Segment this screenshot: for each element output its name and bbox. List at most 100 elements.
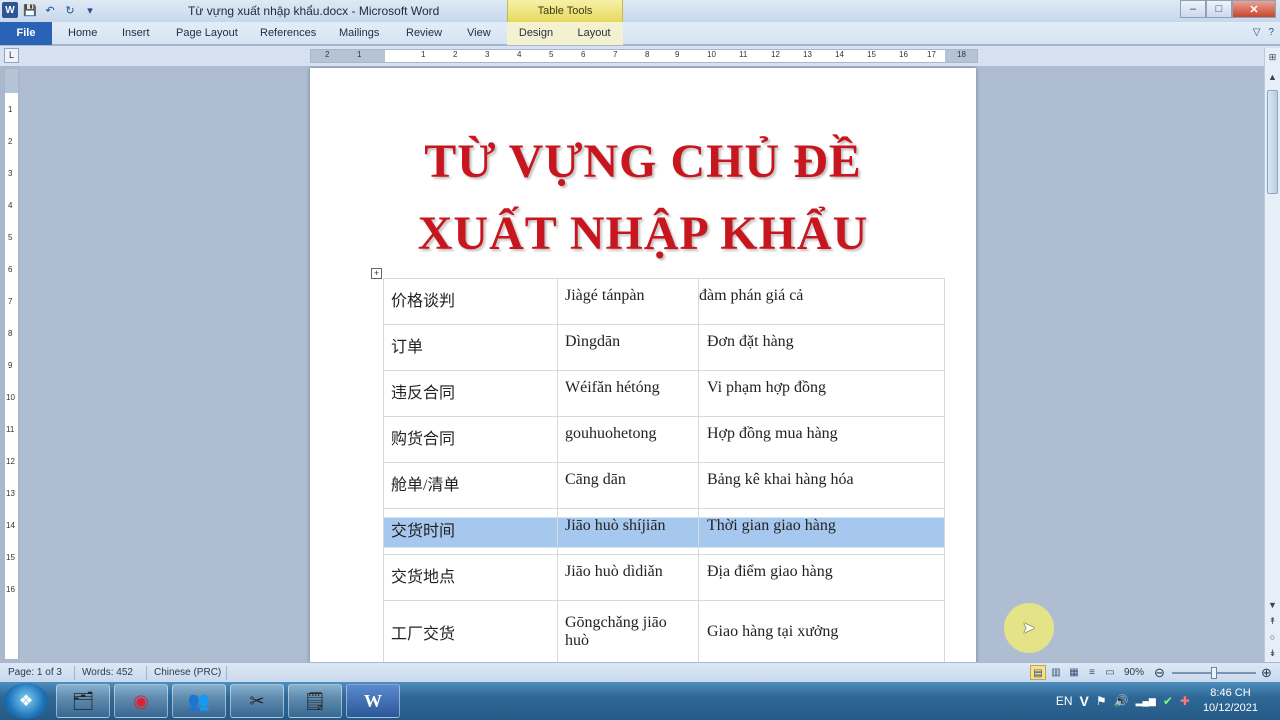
web-layout-icon[interactable]: ▦ <box>1066 665 1082 680</box>
table-row[interactable]: 工厂交货 Gōngchǎng jiāo huò Giao hàng tại xư… <box>383 600 945 662</box>
scrollbar-thumb[interactable] <box>1267 90 1278 194</box>
zoom-slider[interactable] <box>1172 667 1256 679</box>
table-row[interactable]: 价格谈判 Jiàgé tánpàn đàm phán giá cả <box>383 278 945 325</box>
table-row[interactable]: 违反合同 Wéifǎn hétóng Vi phạm hợp đồng <box>383 370 945 417</box>
chinese-cell[interactable]: 交货时间 <box>383 508 558 555</box>
draft-view-icon[interactable]: ▭ <box>1102 665 1118 680</box>
previous-page-icon[interactable]: ↟ <box>1266 614 1279 628</box>
table-move-handle-icon[interactable]: + <box>371 268 382 279</box>
scroll-up-icon[interactable]: ▲ <box>1266 70 1279 84</box>
chinese-cell[interactable]: 订单 <box>383 324 558 371</box>
pinyin-cell[interactable]: Wéifǎn hétóng <box>557 370 699 417</box>
chrome-app-icon[interactable]: ◉ <box>114 684 168 718</box>
vietnamese-cell[interactable]: Thời gian giao hàng <box>698 508 945 555</box>
pinyin-cell[interactable]: Jiāo huò shíjiān <box>557 508 699 555</box>
vietnamese-cell[interactable]: Giao hàng tại xưởng <box>698 600 945 662</box>
vertical-scrollbar[interactable]: ⊞ ▲ ▼ ↟ ○ ↡ <box>1264 48 1280 662</box>
pinyin-cell[interactable]: Dìngdān <box>557 324 699 371</box>
minimize-ribbon-icon[interactable]: ▽ <box>1253 27 1261 38</box>
ime-icon[interactable]: V <box>1080 693 1089 709</box>
chinese-cell[interactable]: 工厂交货 <box>383 600 558 662</box>
tab-selector[interactable]: L <box>4 48 19 63</box>
vietnamese-cell[interactable]: đàm phán giá cả <box>698 278 945 325</box>
tab-mailings[interactable]: Mailings <box>339 22 379 45</box>
help-icon[interactable]: ? <box>1268 27 1274 38</box>
word-app-icon[interactable]: W <box>346 684 400 718</box>
security-icon[interactable]: ✔ <box>1163 694 1173 708</box>
vietnamese-cell[interactable]: Vi phạm hợp đồng <box>698 370 945 417</box>
vietnamese-cell[interactable]: Bảng kê khai hàng hóa <box>698 462 945 509</box>
tab-page-layout[interactable]: Page Layout <box>176 22 238 45</box>
table-row[interactable]: 订单 Dìngdān Đơn đặt hàng <box>383 324 945 371</box>
word-app-icon[interactable]: W <box>2 2 18 18</box>
app-tray-icon[interactable]: ✚ <box>1180 694 1190 708</box>
chinese-cell[interactable]: 舱单/清单 <box>383 462 558 509</box>
customize-qat-icon[interactable]: ▾ <box>82 2 98 18</box>
undo-icon[interactable]: ↶ <box>42 2 58 18</box>
chinese-cell[interactable]: 购货合同 <box>383 416 558 463</box>
tab-view[interactable]: View <box>467 22 491 45</box>
vertical-ruler[interactable]: 1 2 3 4 5 6 7 8 9 10 11 12 13 14 15 16 <box>4 68 19 660</box>
chinese-cell[interactable]: 违反合同 <box>383 370 558 417</box>
sticky-notes-app-icon[interactable]: 🗒 <box>288 684 342 718</box>
document-page[interactable]: TỪ VỰNG CHỦ ĐỀ XUẤT NHẬP KHẨU + 价格谈判 Jià… <box>310 68 976 662</box>
flag-icon[interactable]: ⚑ <box>1096 694 1107 708</box>
pinyin-cell[interactable]: Gōngchǎng jiāo huò <box>557 600 699 662</box>
redo-icon[interactable]: ↻ <box>62 2 78 18</box>
table-row[interactable]: 交货地点 Jiāo huò dìdiǎn Địa điểm giao hàng <box>383 554 945 601</box>
tab-references[interactable]: References <box>260 22 316 45</box>
tab-layout[interactable]: Layout <box>565 22 623 45</box>
vietnamese-cell[interactable]: Địa điểm giao hàng <box>698 554 945 601</box>
vocabulary-table[interactable]: 价格谈判 Jiàgé tánpàn đàm phán giá cả 订单 Dìn… <box>383 278 945 662</box>
language-indicator[interactable]: Chinese (PRC) <box>154 667 221 678</box>
teams-app-icon[interactable]: 👥 <box>172 684 226 718</box>
pinyin-cell[interactable]: Jiāo huò dìdiǎn <box>557 554 699 601</box>
explorer-app-icon[interactable]: 🗂 <box>56 684 110 718</box>
tab-design[interactable]: Design <box>507 22 565 45</box>
table-row[interactable]: 购货合同 gouhuohetong Hợp đồng mua hàng <box>383 416 945 463</box>
close-button[interactable]: ✕ <box>1232 0 1276 18</box>
chinese-cell[interactable]: 价格谈判 <box>383 278 558 325</box>
page-count[interactable]: Page: 1 of 3 <box>8 667 62 678</box>
zoom-out-icon[interactable]: ⊖ <box>1154 665 1165 681</box>
title-line-1[interactable]: TỪ VỰNG CHỦ ĐỀ <box>310 126 976 198</box>
zoom-in-icon[interactable]: ⊕ <box>1261 665 1272 681</box>
document-title[interactable]: TỪ VỰNG CHỦ ĐỀ XUẤT NHẬP KHẨU <box>310 126 976 270</box>
scroll-down-icon[interactable]: ▼ <box>1266 598 1279 612</box>
tab-home[interactable]: Home <box>68 22 97 45</box>
outline-view-icon[interactable]: ≡ <box>1084 665 1100 680</box>
tab-review[interactable]: Review <box>406 22 442 45</box>
chinese-cell[interactable]: 交货地点 <box>383 554 558 601</box>
zoom-slider-thumb[interactable] <box>1211 667 1217 679</box>
pinyin-cell[interactable]: gouhuohetong <box>557 416 699 463</box>
zoom-level[interactable]: 90% <box>1124 667 1144 678</box>
next-page-icon[interactable]: ↡ <box>1266 646 1279 660</box>
select-browse-object-icon[interactable]: ○ <box>1266 630 1279 644</box>
view-ruler-icon[interactable]: ⊞ <box>1266 50 1279 64</box>
minimize-button[interactable]: – <box>1180 0 1206 18</box>
start-button[interactable]: ❖ <box>4 683 48 719</box>
clock[interactable]: 8:46 CH 10/12/2021 <box>1203 686 1258 716</box>
tab-insert[interactable]: Insert <box>122 22 150 45</box>
network-icon[interactable]: ▂▄▆ <box>1136 696 1156 707</box>
snipping-app-icon[interactable]: ✂ <box>230 684 284 718</box>
horizontal-ruler[interactable]: 2 1 1 2 3 4 5 6 7 8 9 10 11 12 13 14 15 … <box>310 49 978 63</box>
print-layout-view-icon[interactable]: ▤ <box>1030 665 1046 680</box>
word-count[interactable]: Words: 452 <box>82 667 133 678</box>
table-row[interactable]: 舱单/清单 Cāng dān Bảng kê khai hàng hóa <box>383 462 945 509</box>
full-screen-reading-icon[interactable]: ▥ <box>1048 665 1064 680</box>
tab-file[interactable]: File <box>0 22 52 45</box>
quick-access-toolbar: W 💾 ↶ ↻ ▾ <box>2 2 98 18</box>
title-line-2[interactable]: XUẤT NHẬP KHẨU <box>310 198 976 270</box>
document-area[interactable]: TỪ VỰNG CHỦ ĐỀ XUẤT NHẬP KHẨU + 价格谈判 Jià… <box>20 66 1264 662</box>
table-row-selected[interactable]: 交货时间 Jiāo huò shíjiān Thời gian giao hàn… <box>383 508 945 555</box>
vietnamese-cell[interactable]: Hợp đồng mua hàng <box>698 416 945 463</box>
pinyin-cell[interactable]: Cāng dān <box>557 462 699 509</box>
input-language[interactable]: EN <box>1056 694 1073 708</box>
save-icon[interactable]: 💾 <box>22 2 38 18</box>
pinyin-cell[interactable]: Jiàgé tánpàn <box>557 278 699 325</box>
ribbon-tab-row: File Home Insert Page Layout References … <box>0 22 1280 45</box>
vietnamese-cell[interactable]: Đơn đặt hàng <box>698 324 945 371</box>
restore-button[interactable]: □ <box>1206 0 1232 18</box>
volume-icon[interactable]: 🔊 <box>1114 694 1129 708</box>
